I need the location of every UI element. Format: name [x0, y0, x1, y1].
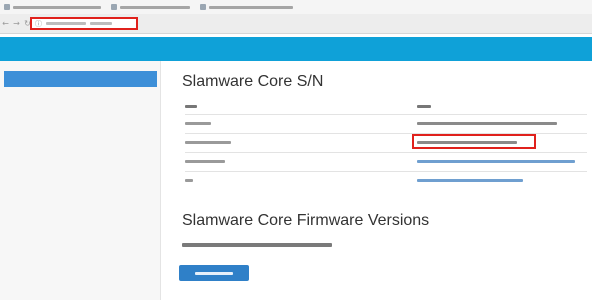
forward-arrow-icon[interactable]: →	[11, 19, 22, 28]
sidebar-item-active[interactable]	[4, 71, 157, 87]
back-arrow-icon[interactable]: ←	[0, 19, 11, 28]
button-label-blur	[195, 272, 233, 275]
url-text-path	[90, 22, 112, 25]
bookmark-item[interactable]	[200, 4, 293, 10]
highlight-annotation	[412, 134, 536, 149]
row-key-blur	[185, 141, 231, 144]
bookmark-icon	[200, 4, 206, 10]
table-header-row	[185, 98, 587, 114]
main-content: Slamware Core S/N Slamware Core Firmware…	[175, 61, 592, 300]
bookmark-label	[13, 5, 101, 9]
bookmarks-bar	[0, 0, 592, 14]
page-title: Slamware Core S/N	[182, 73, 324, 90]
table-row	[185, 171, 587, 190]
bookmark-icon	[111, 4, 117, 10]
url-input[interactable]: ⓘ	[30, 17, 138, 30]
bookmark-item[interactable]	[111, 4, 190, 10]
column-header-key-blur	[185, 105, 197, 108]
row-value-blur	[417, 122, 557, 125]
firmware-section-title: Slamware Core Firmware Versions	[182, 212, 430, 229]
row-key-blur	[185, 179, 193, 182]
page-info-icon[interactable]: ⓘ	[35, 19, 42, 29]
table-row	[185, 133, 587, 152]
firmware-version-blur	[182, 243, 332, 247]
table-row	[185, 114, 587, 133]
column-header-value-blur	[417, 105, 431, 108]
table-row	[185, 152, 587, 171]
browser-address-bar: ← → ↻ ⓘ	[0, 14, 592, 34]
bookmark-icon	[4, 4, 10, 10]
row-value-blur	[417, 179, 523, 182]
bookmark-label	[120, 5, 190, 9]
info-table	[185, 98, 587, 190]
sidebar	[0, 61, 161, 300]
bookmark-item[interactable]	[4, 4, 101, 10]
row-key-blur	[185, 122, 211, 125]
row-value-blur	[417, 160, 575, 163]
url-text	[46, 22, 86, 25]
bookmark-label	[209, 5, 293, 9]
row-key-blur	[185, 160, 225, 163]
app-header	[0, 37, 592, 61]
